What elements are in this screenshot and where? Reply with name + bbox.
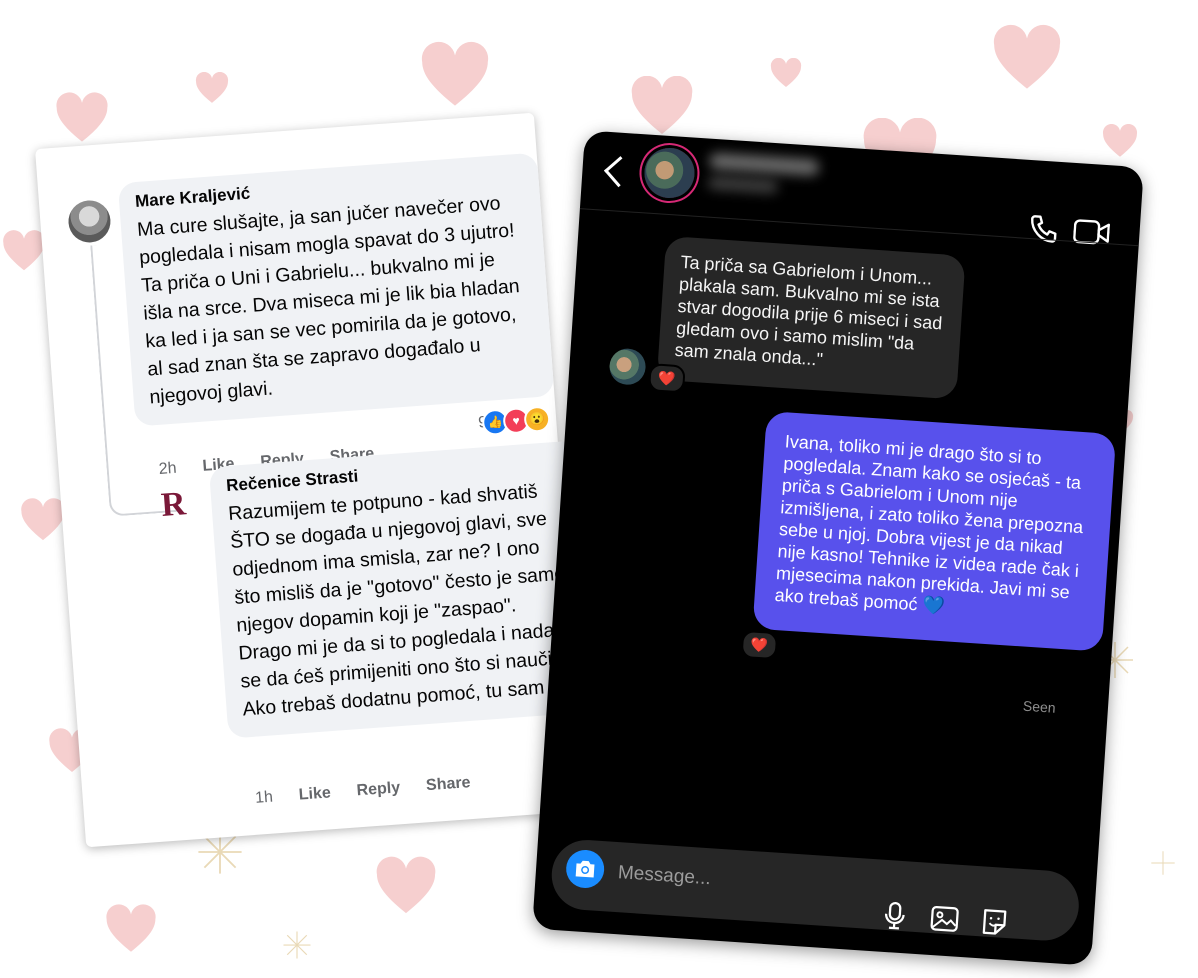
heart-decoration-icon [55,92,109,144]
blurred-username [708,152,820,176]
back-arrow-icon[interactable] [603,156,635,188]
share-button[interactable]: Share [425,774,471,795]
facebook-comments-card: Mare Kraljević Ma cure slušajte, ja san … [35,112,598,848]
sent-message[interactable]: Ivana, toliko mi je drago što si to pogl… [752,410,1117,652]
comment-text: Ma cure slušajte, ja san jučer navečer o… [136,192,521,409]
heart-reaction-icon[interactable]: ❤️ [740,629,779,661]
heart-decoration-icon [375,856,437,916]
reply-button[interactable]: Reply [356,779,401,800]
heart-decoration-icon [195,72,229,104]
avatar[interactable] [642,146,697,200]
blurred-subtitle [707,176,779,194]
sticker-icon[interactable] [979,906,1011,938]
comment-bubble: Mare Kraljević Ma cure slušajte, ja san … [117,152,555,427]
seen-status: Seen [1022,697,1057,716]
page-logo[interactable]: R [152,484,195,527]
reply-bubble: Rečenice Strasti Razumijem te potpuno - … [208,440,598,739]
wow-reaction-icon: 😮 [523,405,551,434]
heart-decoration-icon [2,230,46,272]
camera-icon [575,860,595,878]
microphone-icon[interactable] [879,900,911,932]
sparkle-decoration-icon [1150,850,1176,881]
camera-button[interactable] [564,848,606,890]
received-message[interactable]: Ta priča sa Gabrielom i Unom... plakala … [656,235,966,400]
message-composer[interactable]: Message... [549,837,1082,943]
comment-time[interactable]: 1h [255,789,274,808]
reaction-summary[interactable]: 9 👍 ♥ 😮 [477,405,551,437]
heart-decoration-icon [420,40,490,110]
heart-decoration-icon [630,76,694,136]
comment-time[interactable]: 2h [158,460,177,479]
heart-decoration-icon [20,498,66,542]
phone-icon[interactable] [1027,212,1061,246]
comment-text: Razumijem te potpuno - kad shvatiš ŠTO s… [227,480,575,721]
gallery-icon[interactable] [929,903,961,935]
heart-decoration-icon [770,58,802,88]
heart-decoration-icon [1102,124,1138,158]
sparkle-decoration-icon [282,930,312,965]
message-input[interactable]: Message... [617,862,711,890]
heart-decoration-icon [105,904,157,954]
avatar[interactable] [66,198,112,244]
like-button[interactable]: Like [298,784,331,804]
instagram-dm-card: Ta priča sa Gabrielom i Unom... plakala … [532,130,1144,966]
comment-actions: 1h Like Reply Share [255,774,472,808]
heart-decoration-icon [992,24,1062,92]
heart-reaction-icon[interactable]: ❤️ [647,363,686,394]
avatar[interactable] [608,347,647,386]
